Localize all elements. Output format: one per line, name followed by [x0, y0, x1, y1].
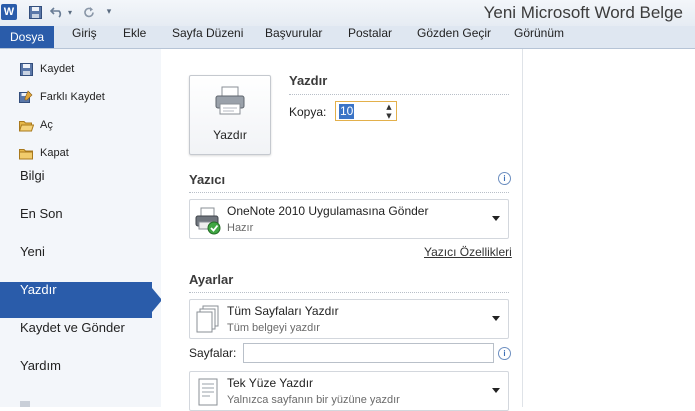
- print-preview-area: [523, 49, 695, 407]
- nav-info[interactable]: Bilgi: [0, 168, 161, 204]
- printer-section-title: Yazıcı: [189, 172, 226, 187]
- increment-icon[interactable]: ▲: [384, 103, 394, 111]
- nav-save-as[interactable]: Farklı Kaydet: [18, 87, 105, 107]
- nav-save-label: Kaydet: [40, 63, 75, 75]
- divider: [289, 94, 509, 95]
- copies-label: Kopya:: [289, 105, 327, 119]
- nav-recent[interactable]: En Son: [0, 206, 161, 242]
- pages-range-sub: Tüm belgeyi yazdır: [227, 322, 320, 334]
- undo-icon[interactable]: [48, 4, 66, 20]
- pages-range-main: Tüm Sayfaları Yazdır: [227, 304, 339, 318]
- tab-view[interactable]: Görünüm: [514, 26, 564, 48]
- nav-help[interactable]: Yardım: [0, 358, 161, 394]
- print-sides-sub: Yalnızca sayfanın bir yüzüne yazdır: [227, 394, 400, 406]
- nav-new[interactable]: Yeni: [0, 244, 161, 280]
- one-sided-icon: [198, 378, 218, 406]
- word-logo-icon[interactable]: W: [1, 4, 17, 20]
- chevron-down-icon: [492, 216, 500, 221]
- tab-home[interactable]: Giriş: [72, 26, 97, 48]
- pages-range-dropdown[interactable]: Tüm Sayfaları Yazdır Tüm belgeyi yazdır: [189, 299, 509, 339]
- nav-print[interactable]: Yazdır: [0, 282, 152, 318]
- print-button[interactable]: Yazdır: [189, 75, 271, 155]
- window-title: Yeni Microsoft Word Belge: [483, 3, 683, 22]
- tab-review[interactable]: Gözden Geçir: [417, 26, 491, 48]
- all-pages-icon: [196, 305, 219, 333]
- tab-file[interactable]: Dosya: [0, 26, 54, 48]
- nav-open-label: Aç: [40, 119, 53, 131]
- print-panel: Yazdır Yazdır Kopya: 10 ▲ ▼ Yazıcı i One…: [161, 49, 523, 411]
- settings-section-title: Ayarlar: [189, 272, 234, 287]
- chevron-down-icon: [492, 316, 500, 321]
- title-bar: W ▾ ▾ Yeni Microsoft Word Belge: [0, 0, 695, 26]
- printer-dropdown[interactable]: OneNote 2010 Uygulamasına Gönder Hazır: [189, 199, 509, 239]
- tab-insert[interactable]: Ekle: [123, 26, 146, 48]
- printer-info-icon[interactable]: i: [498, 172, 511, 185]
- nav-save-and-send[interactable]: Kaydet ve Gönder: [0, 320, 161, 356]
- pages-info-icon[interactable]: i: [498, 347, 511, 360]
- nav-close[interactable]: Kapat: [18, 143, 69, 163]
- printer-icon: [215, 86, 245, 115]
- divider: [189, 192, 509, 193]
- redo-icon[interactable]: [81, 4, 97, 20]
- decrement-icon[interactable]: ▼: [384, 112, 394, 120]
- save-icon[interactable]: [27, 4, 43, 20]
- print-button-label: Yazdır: [213, 128, 247, 142]
- backstage-nav: Kaydet Farklı Kaydet Aç Kapat Bilgi En S…: [0, 49, 162, 407]
- print-sides-dropdown[interactable]: Tek Yüze Yazdır Yalnızca sayfanın bir yü…: [189, 371, 509, 411]
- print-section-title: Yazdır: [289, 73, 328, 88]
- nav-save[interactable]: Kaydet: [18, 59, 74, 79]
- nav-close-label: Kapat: [40, 147, 69, 159]
- customize-icon[interactable]: ▾: [104, 4, 114, 20]
- printer-name: OneNote 2010 Uygulamasına Gönder: [227, 204, 429, 218]
- print-sides-main: Tek Yüze Yazdır: [227, 376, 314, 390]
- nav-open[interactable]: Aç: [18, 115, 53, 135]
- printer-properties-link[interactable]: Yazıcı Özellikleri: [424, 245, 512, 259]
- tab-page-layout[interactable]: Sayfa Düzeni: [172, 26, 243, 48]
- tab-references[interactable]: Başvurular: [265, 26, 322, 48]
- chevron-down-icon: [492, 388, 500, 393]
- close-folder-icon: [18, 145, 34, 161]
- nav-options-icon[interactable]: [20, 401, 30, 407]
- tab-mailings[interactable]: Postalar: [348, 26, 392, 48]
- divider: [189, 292, 509, 293]
- nav-save-as-label: Farklı Kaydet: [40, 91, 105, 103]
- pages-label: Sayfalar:: [189, 346, 237, 360]
- open-folder-icon: [18, 117, 34, 133]
- printer-status: Hazır: [227, 222, 254, 234]
- printer-ready-icon: [195, 207, 221, 235]
- save-as-icon: [18, 89, 34, 105]
- save-icon: [18, 61, 34, 77]
- copies-value[interactable]: 10: [339, 104, 355, 119]
- pages-input[interactable]: [243, 343, 494, 363]
- undo-dropdown-icon[interactable]: ▾: [66, 4, 74, 20]
- copies-stepper[interactable]: 10 ▲ ▼: [335, 101, 397, 121]
- ribbon-tabs: Dosya Giriş Ekle Sayfa Düzeni Başvurular…: [0, 26, 695, 49]
